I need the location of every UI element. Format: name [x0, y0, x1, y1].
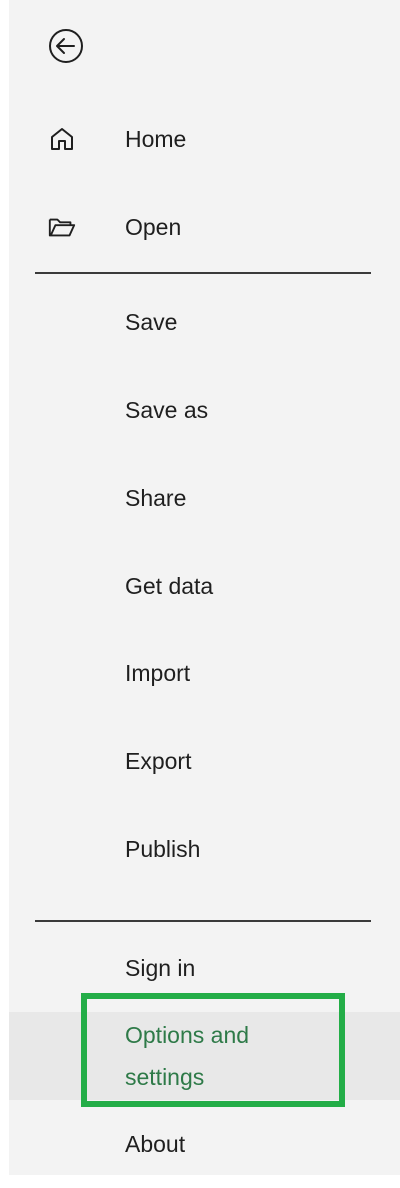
- file-menu-pane: Home Open Save Save as Share Get data Im…: [0, 0, 400, 1175]
- menu-item-label: Save: [125, 308, 178, 335]
- divider: [35, 272, 371, 274]
- menu-item-import[interactable]: Import: [9, 629, 400, 717]
- menu-item-label: Save as: [125, 396, 209, 423]
- menu-item-save[interactable]: Save: [9, 278, 400, 366]
- menu-item-label: Publish: [125, 835, 201, 862]
- menu-item-label: Import: [125, 659, 191, 686]
- menu-item-publish[interactable]: Publish: [9, 805, 400, 893]
- menu-item-get-data[interactable]: Get data: [9, 542, 400, 630]
- menu-item-open[interactable]: Open: [9, 183, 400, 271]
- menu-item-label: Open: [125, 213, 182, 240]
- menu-item-label: Sign in: [125, 954, 196, 981]
- menu-item-label: Share: [125, 484, 187, 511]
- menu-item-save-as[interactable]: Save as: [9, 366, 400, 454]
- home-icon: [47, 124, 77, 154]
- menu-item-label: Options and settings: [125, 1022, 250, 1090]
- divider: [35, 920, 371, 922]
- menu-item-options-and-settings[interactable]: Options and settings: [9, 1012, 400, 1100]
- menu-item-home[interactable]: Home: [9, 95, 400, 183]
- menu-item-label: Home: [125, 125, 187, 152]
- menu-item-sign-in[interactable]: Sign in: [9, 924, 400, 1012]
- menu-item-share[interactable]: Share: [9, 454, 400, 542]
- menu-item-label: Export: [125, 747, 192, 774]
- menu-item-label: About: [125, 1130, 186, 1157]
- menu-item-export[interactable]: Export: [9, 717, 400, 805]
- back-button[interactable]: [42, 24, 90, 72]
- menu-item-label: Get data: [125, 572, 214, 599]
- back-arrow-icon: [46, 26, 86, 71]
- folder-open-icon: [47, 212, 77, 242]
